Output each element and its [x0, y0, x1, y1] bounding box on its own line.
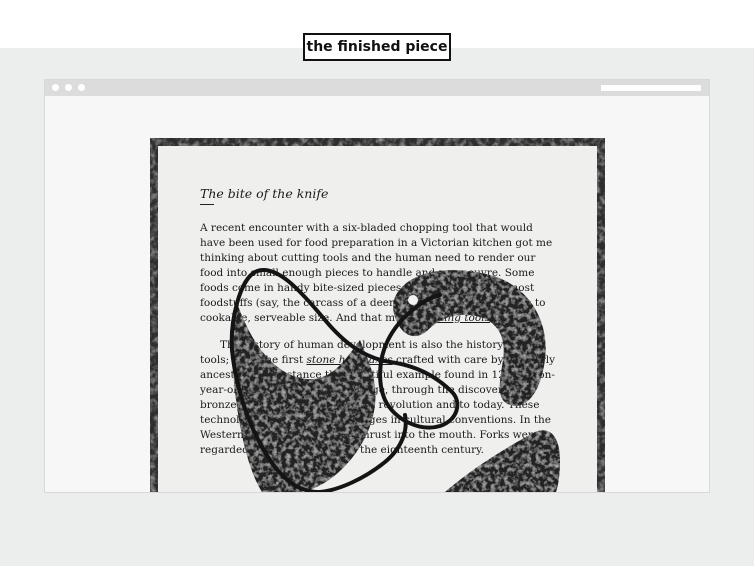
textured-hook-shape — [393, 270, 546, 406]
address-bar[interactable] — [601, 85, 701, 91]
window-minimize-dot-icon[interactable] — [65, 84, 72, 91]
textured-lower-shape — [445, 430, 560, 492]
artwork-overlay — [45, 96, 709, 492]
page: the finished piece The bite of the knife… — [0, 0, 754, 566]
window-close-dot-icon[interactable] — [52, 84, 59, 91]
textured-leaf-shape — [232, 300, 376, 492]
window-maximize-dot-icon[interactable] — [78, 84, 85, 91]
abstract-shapes — [229, 268, 560, 492]
eye-dot — [408, 295, 418, 305]
browser-toolbar — [45, 80, 709, 96]
caption-label: the finished piece — [303, 33, 451, 61]
